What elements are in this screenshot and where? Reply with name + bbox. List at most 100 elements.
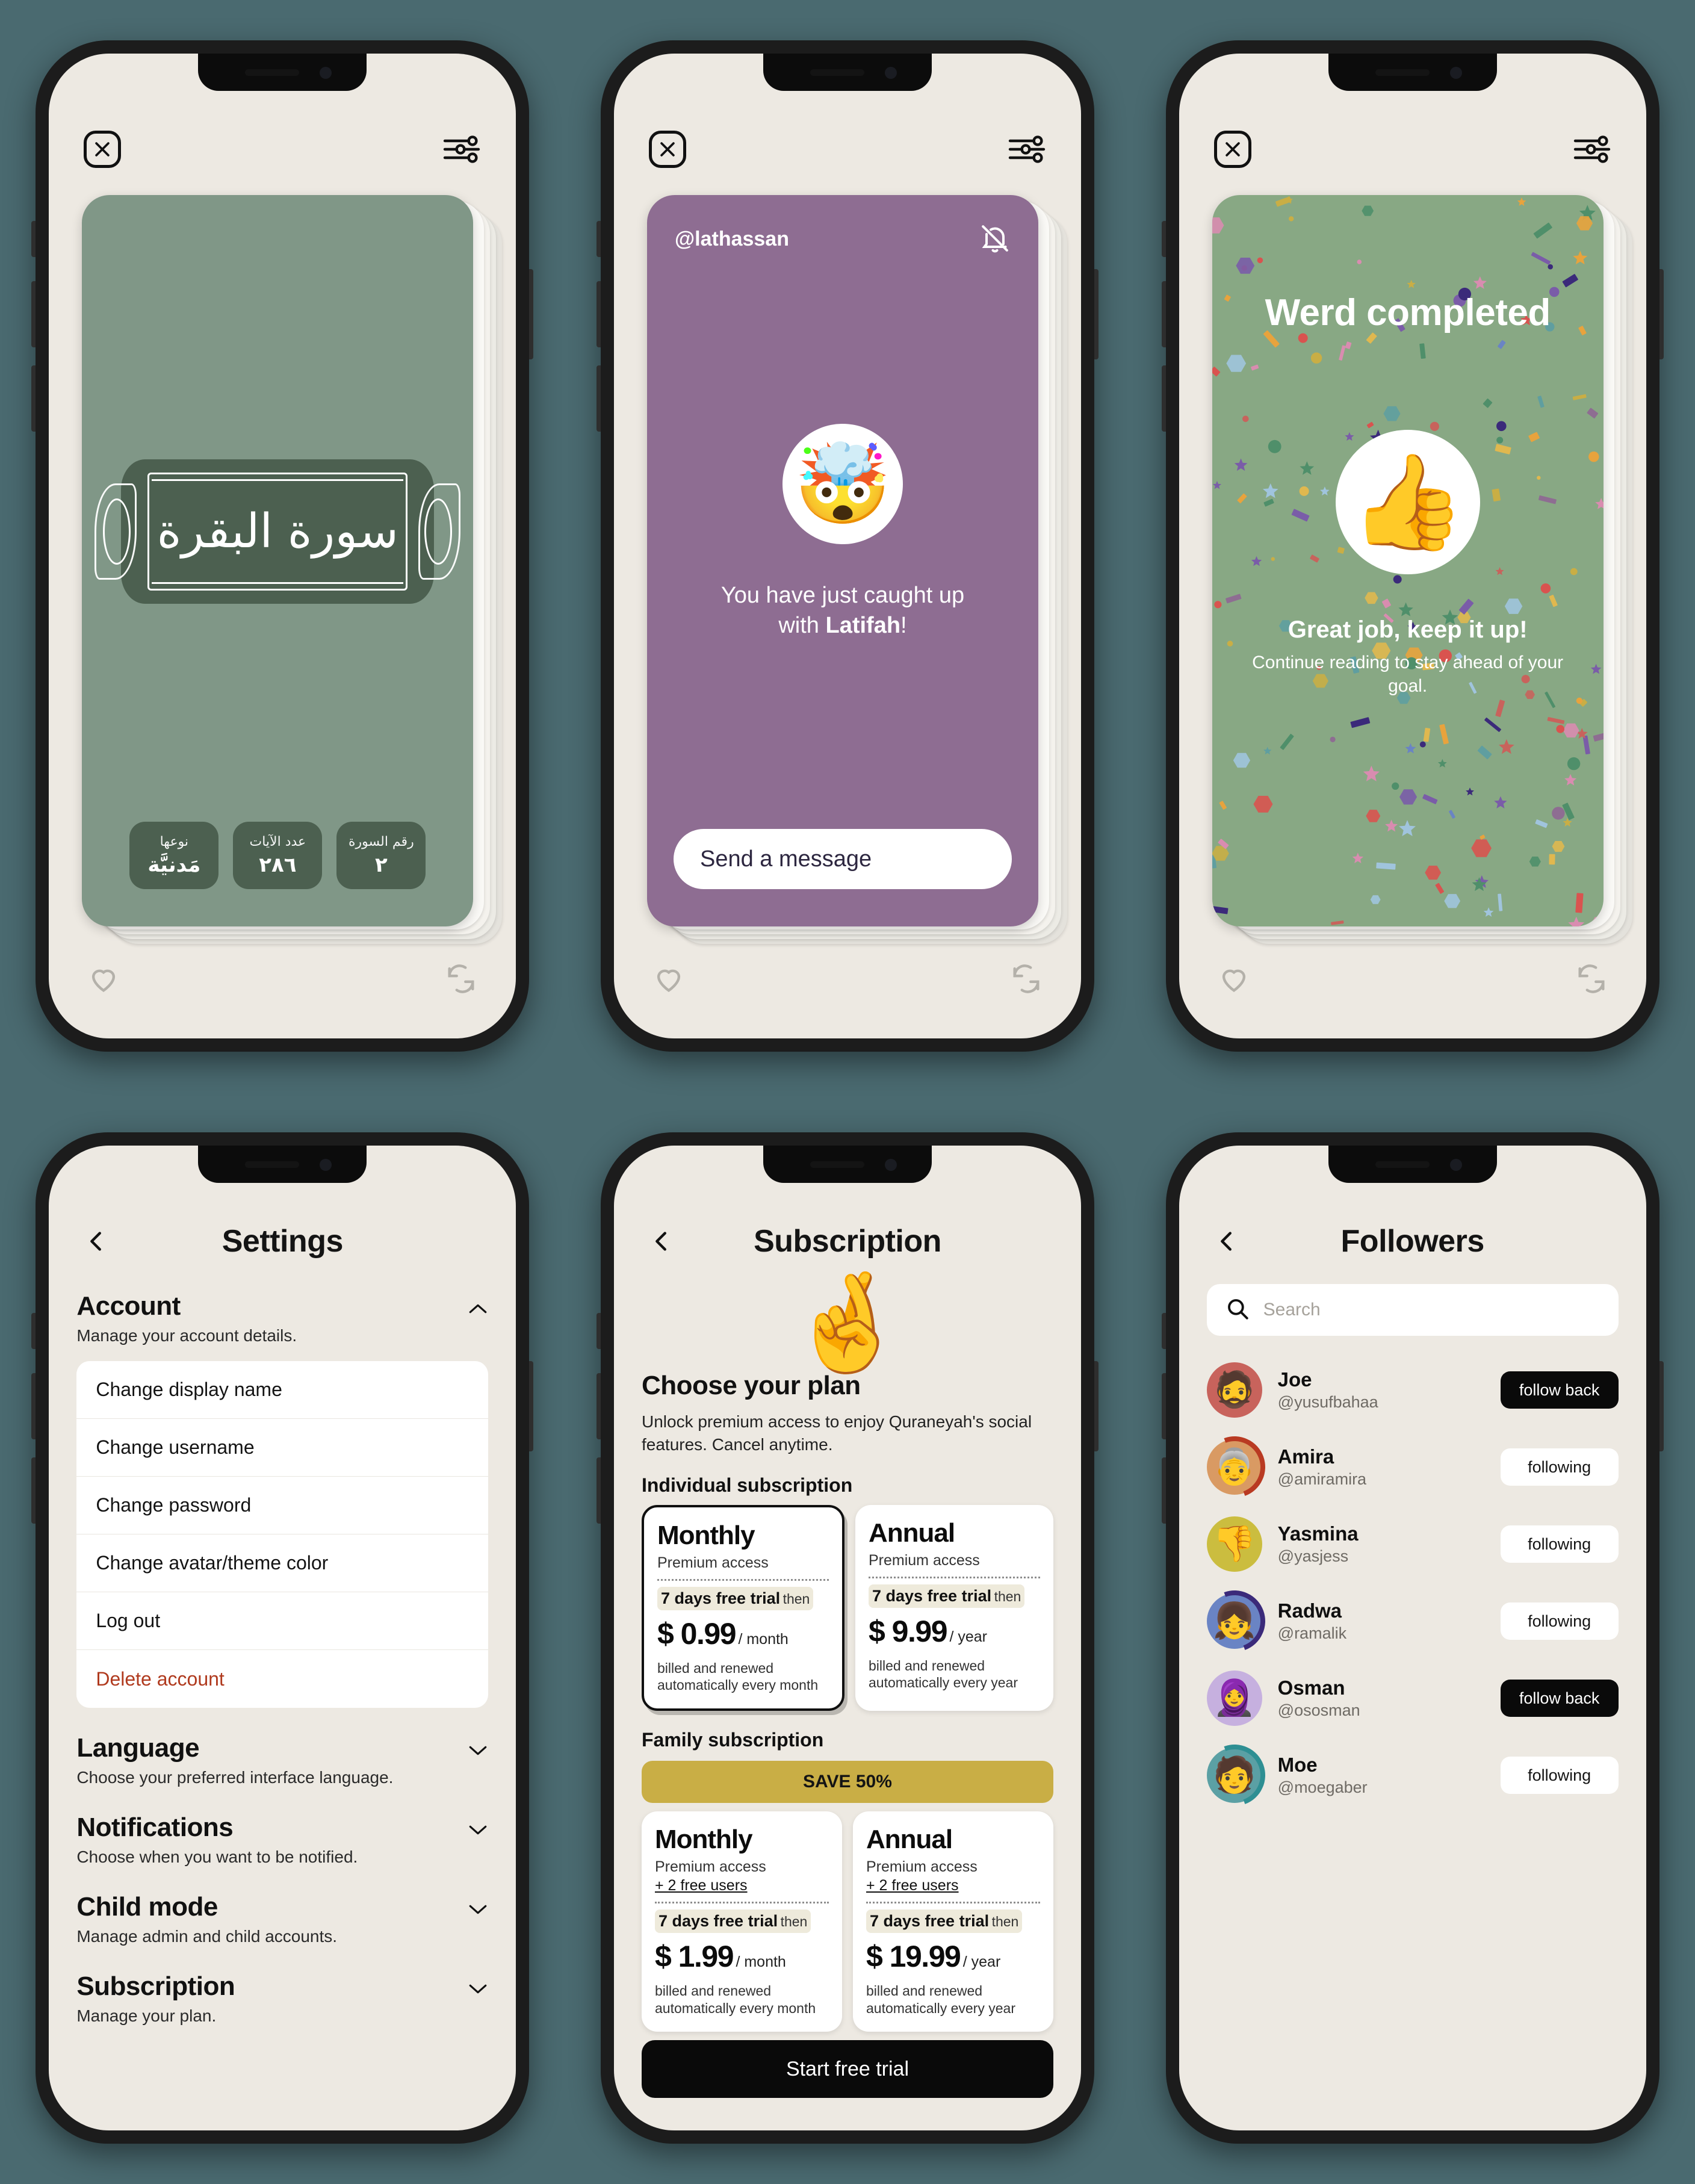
avatar-emoji: 🧕 <box>1212 1678 1256 1717</box>
list-item[interactable]: Change password <box>76 1477 489 1534</box>
plan-card[interactable]: Annual Premium access 7 days free trial th… <box>855 1504 1053 1711</box>
follow-action-button[interactable]: following <box>1500 1602 1619 1640</box>
repost-icon[interactable] <box>1574 961 1609 996</box>
chevron-left-icon[interactable] <box>1213 1227 1241 1255</box>
send-message-button[interactable]: Send a message <box>673 829 1012 889</box>
phone-frame-6: Followers Search 🧔 Joe @yusufbahaa follow b… <box>1161 1132 1664 2144</box>
avatar: 👎 <box>1206 1516 1262 1572</box>
follower-row[interactable]: 🧔 Joe @yusufbahaa follow back <box>1206 1351 1619 1429</box>
bell-off-icon[interactable] <box>978 222 1012 255</box>
repost-icon[interactable] <box>1009 961 1044 996</box>
close-x-icon[interactable] <box>84 131 122 168</box>
chevron-left-icon[interactable] <box>648 1227 675 1255</box>
follow-action-button[interactable]: following <box>1500 1757 1619 1794</box>
sliders-icon[interactable] <box>1573 132 1611 166</box>
followers-list: 🧔 Joe @yusufbahaa follow back 👵 Amira @amirami… <box>1179 1351 1646 1816</box>
list-item[interactable]: Delete account <box>76 1650 488 1708</box>
divider <box>868 1576 1040 1578</box>
follower-name: Radwa <box>1277 1599 1342 1622</box>
plan-billed-note: billed and renewed automatically every m… <box>657 1660 819 1693</box>
divider <box>866 1902 1040 1904</box>
screen-settings: Settings Account Manage your account deta… <box>49 1146 516 2130</box>
plan-card[interactable]: Annual Premium access + 2 free users 7 days… <box>852 1811 1053 2032</box>
divider <box>654 1902 829 1904</box>
cell-caught-up-story: @lathassan 🤯 You have just caught up wit… <box>565 0 1130 1092</box>
plan-price-row: $ 0.99 / month <box>657 1616 829 1651</box>
chevron-left-icon[interactable] <box>82 1227 110 1255</box>
close-x-icon[interactable] <box>648 131 686 168</box>
chevron-down-icon[interactable] <box>468 1823 488 1837</box>
list-item[interactable]: Log out <box>76 1592 489 1650</box>
list-item[interactable]: Change username <box>76 1419 489 1477</box>
plan-name: Monthly <box>654 1825 753 1855</box>
follower-username: @amiramira <box>1277 1470 1367 1488</box>
follow-action-button[interactable]: follow back <box>1500 1680 1619 1717</box>
section-title: Subscription <box>76 1971 235 2001</box>
plan-access: Premium access <box>654 1858 766 1876</box>
follower-username: @yusufbahaa <box>1277 1393 1378 1411</box>
plan-name: Monthly <box>657 1520 755 1550</box>
plan-billed-note: billed and renewed automatically every y… <box>868 1657 1018 1691</box>
story-handle[interactable]: @lathassan <box>675 228 789 251</box>
surah-info-chips: نوعها مَدنيَّة عدد الآيات ٢٨٦ رقم السورة… <box>82 822 473 889</box>
follower-row[interactable]: 🧕 Osman @ososman follow back <box>1206 1660 1619 1737</box>
story-actions-1 <box>49 946 516 1012</box>
screen-subscription: Subscription 🤞 Choose your plan Unlock p… <box>613 1146 1081 2130</box>
chevron-down-icon[interactable] <box>468 1903 488 1916</box>
settings-section-notifications[interactable]: Notifications Choose when you want to be … <box>76 1813 488 1867</box>
plan-card[interactable]: Monthly Premium access + 2 free users 7 day… <box>641 1811 842 2032</box>
chip-ayat-count: عدد الآيات ٢٨٦ <box>233 822 323 889</box>
story-card-stack-2: @lathassan 🤯 You have just caught up wit… <box>646 195 1067 944</box>
plan-then: then <box>991 1914 1019 1930</box>
page-title: Followers <box>1340 1224 1485 1259</box>
follower-meta: Amira @amiramira <box>1278 1445 1485 1489</box>
plan-price: $ 0.99 <box>657 1616 737 1651</box>
heart-icon[interactable] <box>1216 961 1251 996</box>
close-x-icon[interactable] <box>1213 131 1251 168</box>
sliders-icon[interactable] <box>1008 132 1046 166</box>
caught-up-card[interactable]: @lathassan 🤯 You have just caught up wit… <box>646 195 1038 926</box>
follower-row[interactable]: 👵 Amira @amiramira following <box>1193 1426 1619 1508</box>
heart-icon[interactable] <box>651 961 686 996</box>
chevron-down-icon[interactable] <box>468 1982 488 1996</box>
start-free-trial-button[interactable]: Start free trial <box>641 2040 1053 2098</box>
follow-action-button[interactable]: follow back <box>1500 1371 1619 1409</box>
settings-section-child-mode[interactable]: Child mode Manage admin and child account… <box>76 1892 488 1946</box>
sliders-icon[interactable] <box>442 132 481 166</box>
follower-row[interactable]: 👧 Radwa @ramalik following <box>1193 1580 1619 1662</box>
follower-meta: Moe @moegaber <box>1278 1754 1485 1797</box>
plan-billed-note: billed and renewed automatically every m… <box>654 1983 816 2016</box>
settings-sections: Account Manage your account details. Chang… <box>49 1291 516 2026</box>
list-item[interactable]: Change avatar/theme color <box>76 1534 489 1592</box>
repost-icon[interactable] <box>444 961 479 996</box>
section-title: Account <box>76 1291 181 1321</box>
phone-frame-1: سورة البقرة نوعها مَدنيَّة عدد الآيات ٢٨… <box>31 40 534 1052</box>
avatar-emoji: 👍 <box>1349 450 1466 554</box>
heart-icon[interactable] <box>86 961 121 996</box>
werd-completed-card[interactable]: Werd completed 👍 Great job, keep it up! … <box>1212 195 1604 926</box>
follower-name: Osman <box>1277 1677 1345 1699</box>
plan-trial: 7 days free trial <box>660 1589 781 1607</box>
phone-notch <box>763 54 932 91</box>
search-input[interactable]: Search <box>1206 1284 1619 1336</box>
individual-subscription-label: Individual subscription <box>641 1474 853 1496</box>
settings-section-account[interactable]: Account Manage your account details. <box>76 1291 488 1345</box>
chevron-up-icon[interactable] <box>468 1302 488 1315</box>
settings-section-language[interactable]: Language Choose your preferred interface … <box>76 1733 488 1787</box>
plan-access: Premium access <box>657 1554 769 1571</box>
avatar: 👧 <box>1193 1580 1275 1662</box>
follower-row[interactable]: 🧑 Moe @moegaber following <box>1193 1734 1619 1816</box>
plan-trial-badge: 7 days free trial then <box>657 1586 814 1610</box>
follower-row[interactable]: 👎 Yasmina @yasjess following <box>1206 1506 1619 1583</box>
page-title: Subscription <box>754 1224 941 1259</box>
avatar-ring <box>1193 1580 1275 1662</box>
cell-werd-completed-story: Werd completed 👍 Great job, keep it up! … <box>1130 0 1695 1092</box>
list-item[interactable]: Change display name <box>76 1361 489 1419</box>
chevron-down-icon[interactable] <box>468 1744 488 1757</box>
follow-action-button[interactable]: following <box>1500 1525 1619 1563</box>
plan-card[interactable]: Monthly Premium access 7 days free trial t… <box>641 1504 844 1711</box>
follow-action-button[interactable]: following <box>1500 1448 1619 1486</box>
follower-meta: Osman @ososman <box>1278 1677 1485 1720</box>
settings-section-subscription[interactable]: Subscription Manage your plan. <box>76 1971 488 2026</box>
surah-story-card[interactable]: سورة البقرة نوعها مَدنيَّة عدد الآيات ٢٨… <box>82 195 474 926</box>
